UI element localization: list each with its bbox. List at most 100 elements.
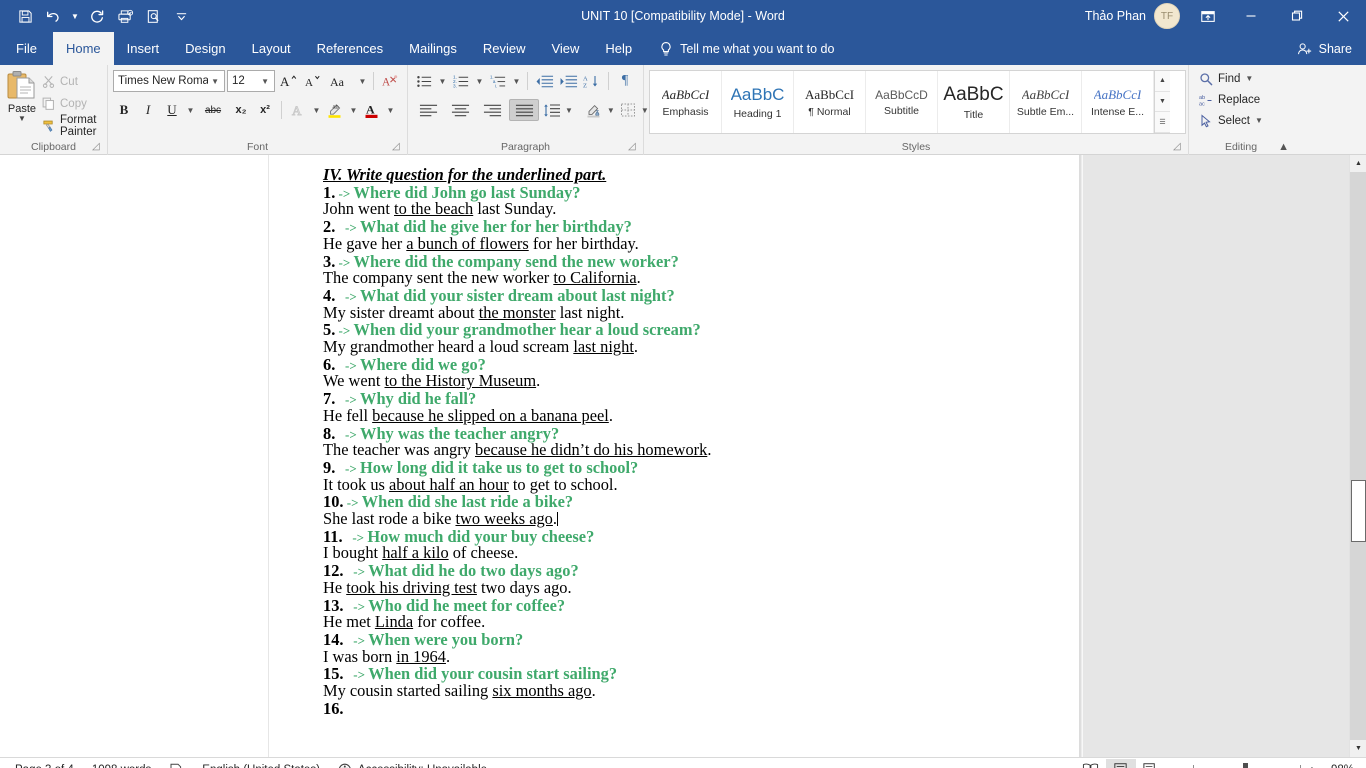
undo-icon[interactable] xyxy=(40,4,66,28)
document-answer-line[interactable]: We went to the History Museum. xyxy=(323,373,1079,389)
font-color-dropdown-icon[interactable]: ▼ xyxy=(385,99,396,121)
tab-home[interactable]: Home xyxy=(52,32,114,65)
minimize-button[interactable] xyxy=(1228,0,1274,32)
close-button[interactable] xyxy=(1320,0,1366,32)
highlight-color-icon[interactable]: ab xyxy=(324,99,346,121)
accessibility-indicator[interactable]: Accessibility: Unavailable xyxy=(329,759,496,768)
tab-review[interactable]: Review xyxy=(470,32,539,65)
document-page[interactable]: IV. Write question for the underlined pa… xyxy=(268,155,1080,757)
document-answer-line[interactable]: She last rode a bike two weeks ago. xyxy=(323,510,1079,527)
paste-dropdown-icon[interactable]: ▼ xyxy=(18,115,26,123)
quick-print-icon[interactable] xyxy=(112,4,138,28)
bullets-dropdown-icon[interactable]: ▼ xyxy=(437,70,448,92)
print-preview-icon[interactable] xyxy=(140,4,166,28)
document-answer-line[interactable]: He gave her a bunch of flowers for her b… xyxy=(323,235,1079,252)
font-size-combo[interactable]: 12 ▼ xyxy=(227,70,275,92)
decrease-indent-icon[interactable] xyxy=(533,70,555,92)
italic-button[interactable]: I xyxy=(137,99,159,121)
style-normal[interactable]: AaBbCcI ¶ Normal xyxy=(794,71,866,133)
format-painter-button[interactable]: Format Painter xyxy=(39,114,102,138)
replace-button[interactable]: ab ac Replace xyxy=(1197,89,1288,110)
underline-button[interactable]: U xyxy=(161,99,183,121)
scroll-up-button[interactable]: ▲ xyxy=(1350,155,1366,172)
zoom-in-button[interactable]: + xyxy=(1308,762,1316,768)
paragraph-dialog-launcher-icon[interactable]: ◿ xyxy=(628,141,639,152)
undo-dropdown-icon[interactable]: ▼ xyxy=(68,4,82,28)
style-intense-emphasis[interactable]: AaBbCcI Intense E... xyxy=(1082,71,1154,133)
show-formatting-marks-icon[interactable]: ¶ xyxy=(614,70,636,92)
clear-formatting-icon[interactable]: A xyxy=(379,70,401,92)
clipboard-dialog-launcher-icon[interactable]: ◿ xyxy=(92,141,103,152)
find-dropdown-icon[interactable]: ▼ xyxy=(1245,74,1253,83)
share-button[interactable]: Share xyxy=(1297,32,1352,65)
grow-font-icon[interactable]: A xyxy=(277,70,299,92)
multilevel-dropdown-icon[interactable]: ▼ xyxy=(511,70,522,92)
tab-insert[interactable]: Insert xyxy=(114,32,173,65)
style-subtitle[interactable]: AaBbCcD Subtitle xyxy=(866,71,938,133)
styles-more-icon[interactable]: ☰ xyxy=(1155,112,1170,134)
style-heading-1[interactable]: AaBbC Heading 1 xyxy=(722,71,794,133)
document-answer-line[interactable]: I was born in 1964. xyxy=(323,648,1079,665)
zoom-control[interactable]: − + xyxy=(1166,762,1324,768)
zoom-level-button[interactable]: 98% xyxy=(1324,764,1360,768)
sort-icon[interactable]: AZ xyxy=(581,70,603,92)
tell-me-search[interactable]: Tell me what you want to do xyxy=(645,32,834,65)
font-color-icon[interactable]: A xyxy=(361,99,383,121)
font-size-dropdown-icon[interactable]: ▼ xyxy=(258,77,272,86)
document-answer-line[interactable]: He took his driving test two days ago. xyxy=(323,579,1079,596)
numbering-icon[interactable]: 1. 2. 3. xyxy=(450,70,472,92)
tab-layout[interactable]: Layout xyxy=(239,32,304,65)
select-button[interactable]: Select ▼ xyxy=(1197,110,1288,131)
document-answer-line[interactable]: He met Linda for coffee. xyxy=(323,614,1079,630)
tab-help[interactable]: Help xyxy=(592,32,645,65)
document-answer-line[interactable]: The teacher was angry because he didn’t … xyxy=(323,442,1079,458)
line-spacing-dropdown-icon[interactable]: ▼ xyxy=(565,99,573,121)
document-answer-line[interactable]: My grandmother heard a loud scream last … xyxy=(323,338,1079,355)
account-info[interactable]: Thảo Phan TF xyxy=(1085,3,1188,29)
read-mode-button[interactable] xyxy=(1076,759,1106,768)
vertical-scrollbar[interactable]: ▲ ▼ xyxy=(1349,155,1366,757)
document-area[interactable]: IV. Write question for the underlined pa… xyxy=(0,155,1349,757)
document-text[interactable]: IV. Write question for the underlined pa… xyxy=(269,155,1079,717)
superscript-button[interactable]: x² xyxy=(254,99,276,121)
scrollbar-thumb[interactable] xyxy=(1351,480,1366,542)
font-name-dropdown-icon[interactable]: ▼ xyxy=(208,77,222,86)
styles-scroll-down-icon[interactable]: ▼ xyxy=(1155,92,1170,113)
print-layout-button[interactable] xyxy=(1105,758,1136,768)
shading-icon[interactable] xyxy=(583,99,605,121)
bullets-icon[interactable] xyxy=(413,70,435,92)
tab-file[interactable]: File xyxy=(0,32,53,65)
language-indicator[interactable]: English (United States) xyxy=(193,759,329,768)
select-dropdown-icon[interactable]: ▼ xyxy=(1255,116,1263,125)
subscript-button[interactable]: x₂ xyxy=(230,99,252,121)
restore-button[interactable] xyxy=(1274,0,1320,32)
document-answer-line[interactable]: The company sent the new worker to Calif… xyxy=(323,270,1079,286)
save-icon[interactable] xyxy=(12,4,38,28)
zoom-slider-thumb[interactable] xyxy=(1242,763,1248,768)
proofing-errors-icon[interactable] xyxy=(160,759,193,768)
change-case-icon[interactable]: Aa xyxy=(325,70,355,92)
tab-design[interactable]: Design xyxy=(172,32,238,65)
highlight-dropdown-icon[interactable]: ▼ xyxy=(348,99,359,121)
align-center-icon[interactable] xyxy=(445,99,475,121)
scroll-down-button[interactable]: ▼ xyxy=(1350,740,1366,757)
numbering-dropdown-icon[interactable]: ▼ xyxy=(474,70,485,92)
document-answer-line[interactable]: My cousin started sailing six months ago… xyxy=(323,682,1079,699)
style-subtle-emphasis[interactable]: AaBbCcI Subtle Em... xyxy=(1010,71,1082,133)
avatar[interactable]: TF xyxy=(1154,3,1180,29)
change-case-dropdown-icon[interactable]: ▼ xyxy=(357,70,368,92)
multilevel-list-icon[interactable]: 1. a. i. xyxy=(487,70,509,92)
document-answer-line[interactable]: John went to the beach last Sunday. xyxy=(323,201,1079,217)
document-answer-line[interactable]: He fell because he slipped on a banana p… xyxy=(323,407,1079,424)
align-left-icon[interactable] xyxy=(413,99,443,121)
shading-dropdown-icon[interactable]: ▼ xyxy=(607,99,615,121)
style-emphasis[interactable]: AaBbCcI Emphasis xyxy=(650,71,722,133)
scrollbar-track[interactable] xyxy=(1350,172,1366,740)
justify-icon[interactable] xyxy=(509,99,539,121)
borders-icon[interactable] xyxy=(617,99,639,121)
increase-indent-icon[interactable] xyxy=(557,70,579,92)
styles-dialog-launcher-icon[interactable]: ◿ xyxy=(1173,141,1184,152)
document-question-line[interactable]: 16. xyxy=(323,700,1079,717)
bold-button[interactable]: B xyxy=(113,99,135,121)
ribbon-display-options-icon[interactable] xyxy=(1188,0,1228,32)
